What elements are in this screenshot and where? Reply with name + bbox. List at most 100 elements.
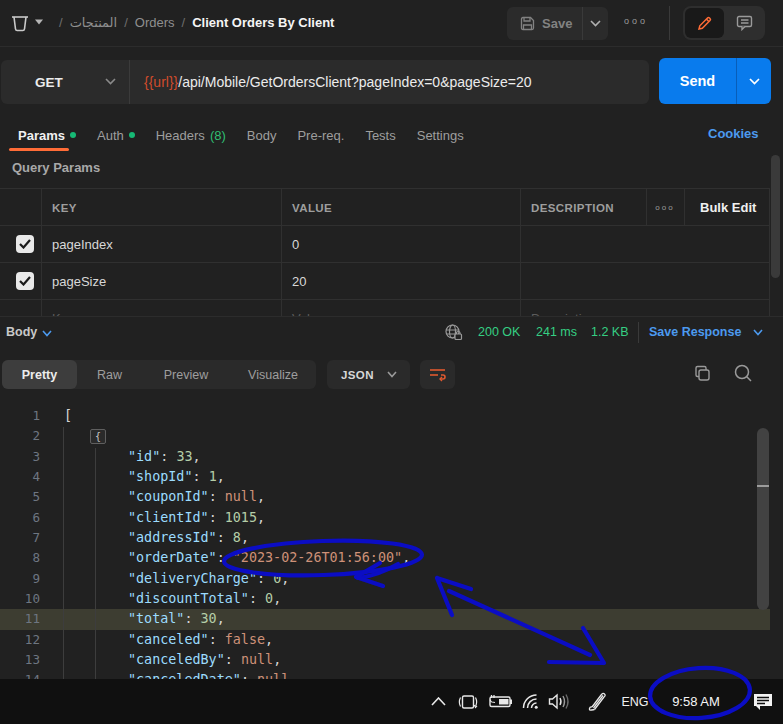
query-params-title: Query Params [12,160,100,175]
app-header: /المنتجات/Orders/Client Orders By Client… [0,0,783,47]
line-number: 10 [0,589,40,609]
collection-caret-icon[interactable] [34,18,44,26]
param-cell[interactable]: 20 [292,263,306,300]
send-caret-button[interactable] [737,58,771,104]
params-menu-button[interactable]: ooo [646,189,684,226]
view-tab-raw[interactable]: Raw [77,360,142,389]
tray-wifi[interactable] [518,679,543,724]
param-row: pageSize 20 [0,263,770,300]
network-globe-icon[interactable] [444,323,463,342]
tab-params[interactable]: Params [18,120,76,150]
param-cell[interactable]: Value [292,300,324,316]
tab-prereq[interactable]: Pre-req. [297,120,344,150]
params-scrollbar[interactable] [771,155,780,278]
send-button-label[interactable]: Send [659,58,736,104]
breadcrumb-item[interactable]: Client Orders By Client [192,15,334,30]
code-line-2: 2{ [0,426,770,446]
code-line-1: 1[ [0,406,770,426]
view-tab-preview[interactable]: Preview [142,360,230,389]
bulk-edit-button[interactable]: Bulk Edit [700,189,756,226]
collection-icon[interactable] [9,12,31,34]
line-number: 13 [0,650,40,670]
params-header-row: KEY VALUE DESCRIPTION ooo Bulk Edit [0,189,770,226]
tab-label: Params [18,128,65,143]
format-caret-icon [387,371,397,378]
tab-settings[interactable]: Settings [417,120,464,150]
save-button-group[interactable]: Save [507,7,608,40]
response-body-dropdown[interactable]: Body [6,325,37,339]
line-number: 5 [0,487,40,507]
tablet-mode-icon [457,693,479,711]
view-tab-visualize[interactable]: Visualize [230,360,316,389]
edit-mode-button[interactable] [685,8,724,38]
view-tab-pretty[interactable]: Pretty [2,360,77,389]
comment-button[interactable] [726,8,763,38]
save-button[interactable]: Save [507,7,582,40]
code-line-5: 5"couponId": null, [0,487,770,507]
code-line-6: 6"clientId": 1015, [0,508,770,528]
code-line-3: 3"id": 33, [0,447,770,467]
param-row: pageIndex 0 [0,226,770,263]
tab-label: Settings [417,128,464,143]
edit-comment-toggle [683,6,765,40]
param-checkbox[interactable] [16,235,34,253]
url-input[interactable]: {{url}}/api/Mobile/GetOrdersClient?pageI… [130,74,532,90]
modified-dot [129,132,135,138]
tab-headers[interactable]: Headers(8) [156,120,226,150]
line-number: 3 [0,447,40,467]
fold-widget[interactable]: { [90,429,106,444]
column-key: KEY [52,189,77,226]
line-number: 1 [0,406,40,426]
search-icon[interactable] [733,363,754,384]
request-url-bar: GET {{url}}/api/Mobile/GetOrdersClient?p… [1,60,649,104]
save-caret-button[interactable] [583,20,608,27]
send-button[interactable]: Send [659,58,771,104]
indent-guide [95,448,96,679]
tray-expand-button[interactable] [429,679,447,724]
code-line-12: 12"canceled": false, [0,630,770,650]
param-cell[interactable]: Key [52,300,74,316]
code-line-4: 4"shopId": 1, [0,467,770,487]
format-dropdown[interactable]: JSON [327,360,410,389]
method-caret-icon [105,78,116,85]
tab-tests[interactable]: Tests [365,120,395,150]
param-cell[interactable]: Description [531,300,596,316]
tab-auth[interactable]: Auth [97,120,135,150]
header-divider [669,6,670,40]
tab-label: Pre-req. [297,128,344,143]
tray-pen[interactable] [583,679,608,724]
tray-clock[interactable]: 9:58 AM [663,679,729,724]
save-response-button[interactable]: Save Response [649,325,741,339]
pen-icon [584,691,608,712]
indent-guide [63,427,64,679]
response-scrollbar[interactable] [757,428,769,610]
param-cell[interactable]: 0 [292,226,299,263]
line-number: 4 [0,467,40,487]
method-label: GET [1,75,63,90]
copy-icon[interactable] [693,364,712,383]
tray-action-center[interactable] [750,679,776,724]
breadcrumb-item[interactable]: المنتجات [70,15,118,30]
code-line-11: 11"total": 30, [0,609,770,629]
status-badge[interactable]: 200 OK [478,325,520,339]
method-selector[interactable]: GET [1,60,130,104]
tab-body[interactable]: Body [247,120,277,150]
param-checkbox[interactable] [16,272,34,290]
tray-volume[interactable] [546,679,574,724]
response-time-badge[interactable]: 241 ms [536,325,577,339]
tray-language[interactable]: ENG [618,679,652,724]
breadcrumb-item[interactable]: Orders [135,15,175,30]
cookies-link[interactable]: Cookies [708,126,759,141]
save-response-caret-icon[interactable] [753,329,763,336]
param-cell[interactable]: pageIndex [52,226,113,263]
param-cell[interactable]: pageSize [52,263,106,300]
table-divider [281,189,282,316]
tray-tablet-mode[interactable] [457,679,479,724]
response-size-badge[interactable]: 1.2 KB [591,325,629,339]
tray-battery[interactable] [486,679,513,724]
wrap-text-button[interactable] [420,360,455,389]
more-actions-button[interactable]: ooo [624,16,648,26]
line-number: 9 [0,569,40,589]
response-view-tabs: PrettyRawPreviewVisualize [2,360,316,389]
tab-label: Body [247,128,277,143]
